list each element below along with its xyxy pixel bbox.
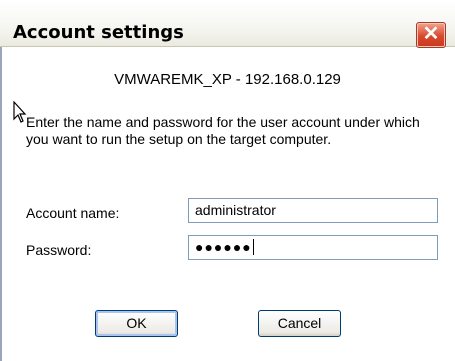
window-left-border xyxy=(0,47,2,361)
ok-button[interactable]: OK xyxy=(95,310,178,337)
account-name-label: Account name: xyxy=(26,205,120,221)
password-masked-value: ●●●●●● xyxy=(195,239,252,255)
host-label: VMWAREMK_XP - 192.168.0.129 xyxy=(114,71,341,88)
account-name-input[interactable]: administrator xyxy=(188,198,438,223)
account-name-value: administrator xyxy=(195,202,276,218)
close-icon: ✕ xyxy=(422,23,440,45)
cancel-button[interactable]: Cancel xyxy=(258,310,341,337)
mouse-pointer-icon xyxy=(13,101,27,123)
close-button[interactable]: ✕ xyxy=(416,22,446,48)
instructions-text: Enter the name and password for the user… xyxy=(26,114,420,147)
text-caret xyxy=(252,239,254,255)
password-label: Password: xyxy=(26,242,92,258)
account-settings-dialog: Account settings ✕ VMWAREMK_XP - 192.168… xyxy=(0,0,455,361)
password-input[interactable]: ●●●●●● xyxy=(188,235,438,260)
dialog-title: Account settings xyxy=(13,22,184,43)
title-bar: Account settings ✕ xyxy=(0,0,455,48)
